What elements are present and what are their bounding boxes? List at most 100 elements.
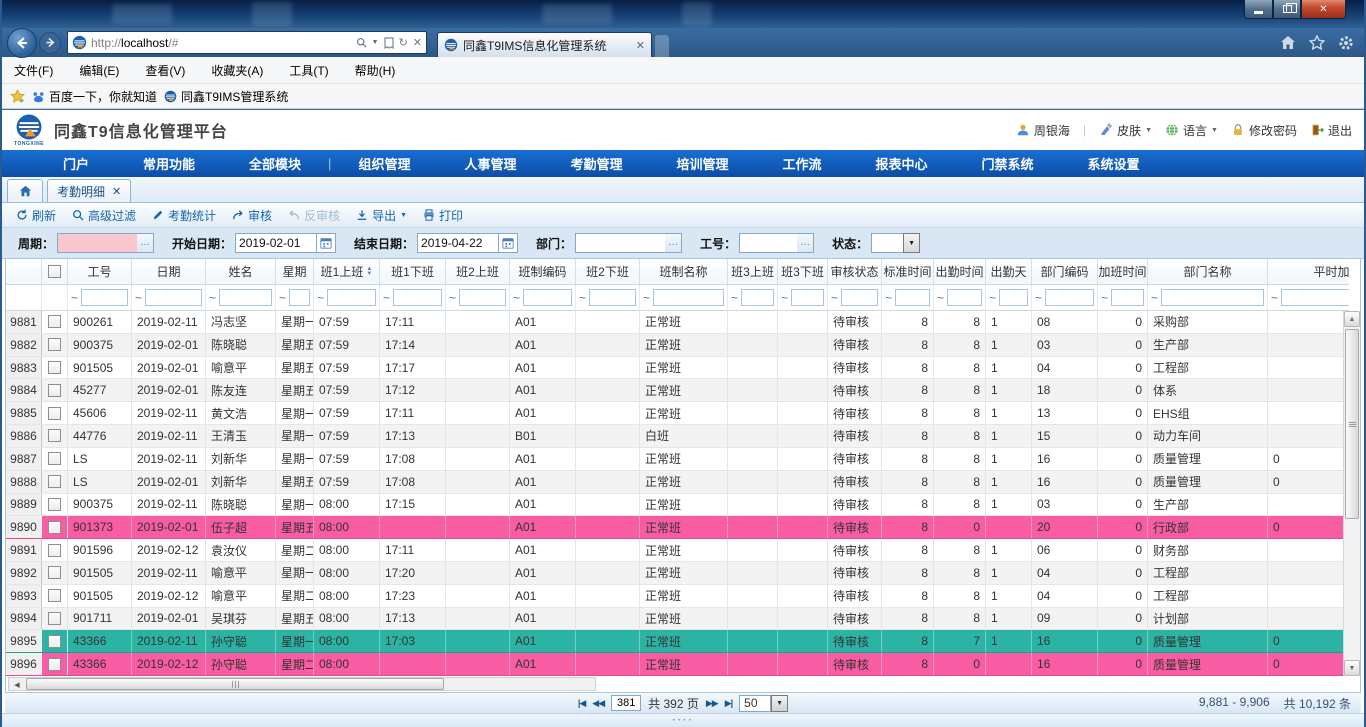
- column-filter-input[interactable]: [289, 289, 310, 306]
- column-header[interactable]: 班2下班: [576, 259, 640, 284]
- stop-icon[interactable]: ✕: [413, 36, 422, 49]
- column-header[interactable]: 姓名: [206, 259, 276, 284]
- attendance-stats-button[interactable]: 考勤统计: [144, 207, 224, 224]
- menu-favorites[interactable]: 收藏夹(A): [211, 62, 263, 79]
- table-row[interactable]: 98949017112019-02-01吴琪芬星期五08:0017:13A01正…: [6, 608, 1349, 631]
- menu-file[interactable]: 文件(F): [14, 62, 53, 79]
- column-filter-input[interactable]: [393, 289, 442, 306]
- last-page-button[interactable]: ▶|: [725, 698, 732, 709]
- first-page-button[interactable]: |◀: [578, 698, 585, 709]
- vertical-scrollbar-thumb[interactable]: [1345, 329, 1359, 519]
- row-checkbox[interactable]: [48, 315, 61, 328]
- column-header[interactable]: 部门名称: [1148, 259, 1268, 284]
- column-filter-input[interactable]: [741, 289, 774, 306]
- status-select[interactable]: [871, 233, 903, 253]
- column-filter-input[interactable]: [219, 289, 272, 306]
- page-size-arrow[interactable]: ▼: [771, 695, 788, 712]
- page-number-input[interactable]: [611, 695, 641, 711]
- nav-item-hr[interactable]: 人事管理: [437, 154, 543, 173]
- language-menu[interactable]: 语言 ▼: [1165, 122, 1218, 139]
- menu-tools[interactable]: 工具(T): [289, 62, 328, 79]
- table-row[interactable]: 98919015962019-02-12袁汝仪星期二08:0017:11A01正…: [6, 539, 1349, 562]
- page-size-select[interactable]: 50 ▼: [739, 695, 788, 712]
- column-header[interactable]: 班3上班: [728, 259, 778, 284]
- column-filter-input[interactable]: [81, 289, 128, 306]
- select-all-checkbox[interactable]: [48, 265, 61, 278]
- column-header[interactable]: 班3下班: [778, 259, 828, 284]
- change-password-button[interactable]: 修改密码: [1231, 122, 1297, 139]
- nav-item-workflow[interactable]: 工作流: [756, 154, 849, 173]
- column-header[interactable]: 班制名称: [640, 259, 728, 284]
- close-window-button[interactable]: ✕: [1301, 0, 1346, 19]
- column-header[interactable]: 出勤时间: [934, 259, 986, 284]
- tab-close-icon[interactable]: ✕: [112, 185, 121, 198]
- column-header[interactable]: 班2上班: [446, 259, 510, 284]
- search-icon[interactable]: [356, 37, 367, 48]
- scroll-left-button[interactable]: ◀: [9, 678, 25, 692]
- menu-help[interactable]: 帮助(H): [355, 62, 396, 79]
- advanced-filter-button[interactable]: 高级过滤: [64, 207, 144, 224]
- table-row[interactable]: 98929015052019-02-11喻意平星期一08:0017:20A01正…: [6, 562, 1349, 585]
- favorite-link-baidu[interactable]: 百度一下，你就知道: [32, 88, 157, 105]
- row-checkbox[interactable]: [48, 475, 61, 488]
- row-checkbox[interactable]: [48, 566, 61, 579]
- export-button[interactable]: 导出 ▼: [348, 207, 415, 224]
- column-header[interactable]: 日期: [132, 259, 206, 284]
- column-filter-input[interactable]: [1281, 289, 1349, 306]
- column-filter-input[interactable]: [1045, 289, 1094, 306]
- row-checkbox[interactable]: [48, 498, 61, 511]
- row-checkbox[interactable]: [48, 361, 61, 374]
- period-input[interactable]: [57, 233, 137, 253]
- column-filter-input[interactable]: [523, 289, 572, 306]
- back-button[interactable]: [7, 28, 37, 58]
- horizontal-scrollbar-track[interactable]: ◀: [8, 677, 596, 691]
- search-caret-icon[interactable]: ▼: [372, 39, 379, 46]
- menu-edit[interactable]: 编辑(E): [79, 62, 119, 79]
- favorite-link-t9ims[interactable]: 同鑫T9IMS管理系统: [164, 88, 288, 105]
- department-input[interactable]: [575, 233, 665, 253]
- home-icon[interactable]: [1280, 35, 1296, 50]
- audit-button[interactable]: 审核: [224, 207, 280, 224]
- settings-gear-icon[interactable]: [1338, 35, 1354, 51]
- column-filter-input[interactable]: [947, 289, 982, 306]
- column-header[interactable]: 审核状态: [828, 259, 882, 284]
- nav-item-org[interactable]: 组织管理: [331, 154, 437, 173]
- column-filter-input[interactable]: [1111, 289, 1144, 306]
- column-header[interactable]: 出勤天: [986, 259, 1032, 284]
- column-filter-input[interactable]: [589, 289, 636, 306]
- next-page-button[interactable]: ▶▶: [706, 698, 718, 709]
- favorites-star-icon[interactable]: [1309, 35, 1325, 50]
- refresh-button[interactable]: 刷新: [8, 207, 64, 224]
- column-filter-input[interactable]: [459, 289, 506, 306]
- row-checkbox[interactable]: [48, 544, 61, 557]
- column-header[interactable]: 班1下班: [380, 259, 446, 284]
- forward-button[interactable]: [39, 32, 61, 54]
- column-header[interactable]: 加班时间: [1098, 259, 1148, 284]
- row-checkbox[interactable]: [48, 429, 61, 442]
- row-checkbox[interactable]: [48, 407, 61, 420]
- scroll-down-button[interactable]: ▼: [1344, 660, 1360, 676]
- tab-attendance-detail[interactable]: 考勤明细 ✕: [47, 179, 131, 202]
- row-checkbox[interactable]: [48, 658, 61, 671]
- column-filter-input[interactable]: [895, 289, 930, 306]
- table-row[interactable]: 98909013732019-02-01伍子超星期五08:00A01正常班待审核…: [6, 516, 1349, 539]
- column-header[interactable]: 班1上班▲▼: [314, 259, 380, 284]
- column-filter-input[interactable]: [791, 289, 824, 306]
- nav-item-common[interactable]: 常用功能: [116, 154, 222, 173]
- unaudit-button[interactable]: 反审核: [280, 207, 348, 224]
- row-checkbox[interactable]: [48, 612, 61, 625]
- period-picker-button[interactable]: …: [137, 233, 154, 253]
- table-row[interactable]: 98819002612019-02-11冯志坚星期一07:5917:11A01正…: [6, 311, 1349, 334]
- new-tab-stub[interactable]: [655, 35, 669, 57]
- column-header[interactable]: 平时加班: [1268, 259, 1349, 284]
- url-text[interactable]: http://localhost/#: [91, 36, 352, 50]
- table-row[interactable]: 9885456062019-02-11黄文浩星期一07:5917:11A01正常…: [6, 402, 1349, 425]
- column-header[interactable]: 部门编码: [1032, 259, 1098, 284]
- nav-item-reports[interactable]: 报表中心: [849, 154, 955, 173]
- department-picker-button[interactable]: …: [665, 233, 682, 253]
- column-filter-input[interactable]: [999, 289, 1028, 306]
- home-tab[interactable]: [7, 179, 43, 202]
- menu-view[interactable]: 查看(V): [145, 62, 185, 79]
- table-row[interactable]: 9888LS2019-02-01刘新华星期五07:5917:08A01正常班待审…: [6, 471, 1349, 494]
- row-checkbox[interactable]: [48, 589, 61, 602]
